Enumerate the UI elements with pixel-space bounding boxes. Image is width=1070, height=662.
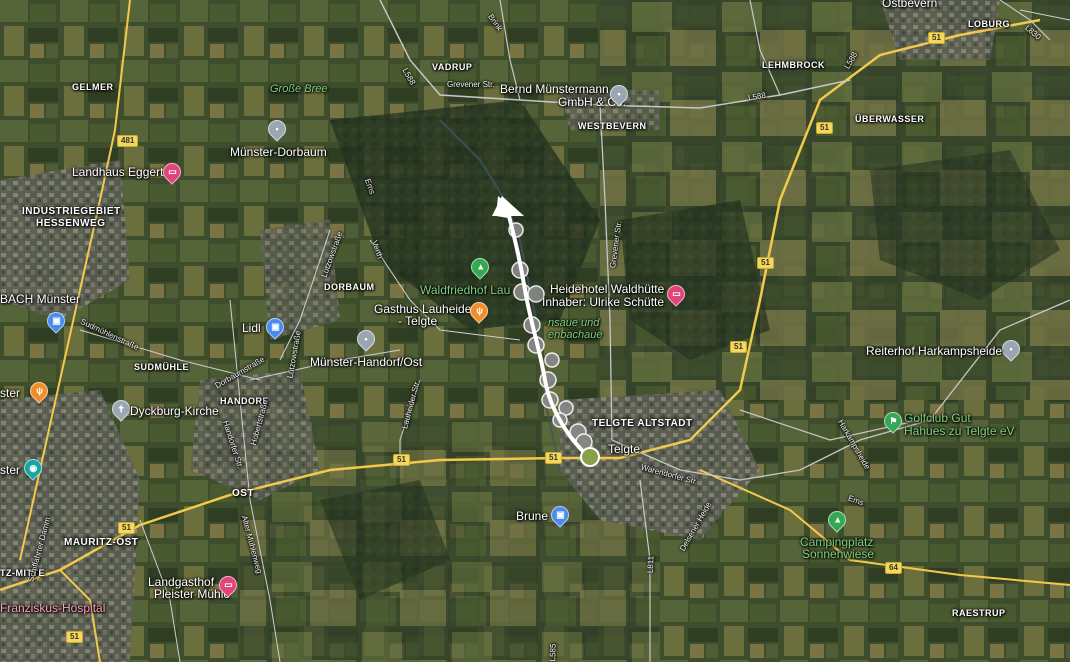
poi-landgasthof-line2[interactable]: Pleister Mühle xyxy=(154,587,230,601)
poi-golfclub-line2[interactable]: Hahues zu Telgte eV xyxy=(904,424,1015,438)
place-loburg: LOBURG xyxy=(968,19,1010,29)
road-shield-51: 51 xyxy=(816,122,833,134)
place-westbevern: WESTBEVERN xyxy=(578,121,647,131)
poi-ster-left[interactable]: ster xyxy=(0,386,20,400)
road-l811: L811 xyxy=(645,555,656,574)
poi-muenster-handorf[interactable]: Münster-Handorf/Ost xyxy=(310,355,422,369)
place-industriegebiet: INDUSTRIEGEBIET xyxy=(22,206,121,217)
road-shield-481: 481 xyxy=(117,135,139,147)
place-lehmbrock: LEHMBROCK xyxy=(762,60,825,70)
poi-emsaue-line2[interactable]: enbachaue xyxy=(548,329,602,341)
road-shield-51: 51 xyxy=(118,522,135,534)
place-hessenweg: HESSENWEG xyxy=(36,218,106,229)
road-shield-51: 51 xyxy=(928,32,945,44)
place-ostbevern: Ostbevern xyxy=(882,0,938,10)
road-shield-51: 51 xyxy=(730,341,747,353)
poi-muenster-dorbaum[interactable]: Münster-Dorbaum xyxy=(230,145,327,159)
poi-landhaus-eggert[interactable]: Landhaus Eggert xyxy=(72,165,163,179)
road-shield-51: 51 xyxy=(757,257,774,269)
road-grevener-str: Grevener Str. xyxy=(447,80,495,89)
poi-reiterhof[interactable]: Reiterhof Harkampsheide xyxy=(866,344,1002,358)
poi-heidehotel-line1[interactable]: Heidehotel Waldhütte xyxy=(550,282,664,296)
satellite-map[interactable]: Ostbevern LOBURG GELMER VADRUP LEHMBROCK… xyxy=(0,0,1070,662)
poi-emsaue-line1[interactable]: nsaue und xyxy=(548,317,599,329)
road-shield-51: 51 xyxy=(66,631,83,643)
place-raestrup: RAESTRUP xyxy=(952,608,1006,618)
poi-bach-muenster[interactable]: BACH Münster xyxy=(0,292,80,306)
poi-waldfriedhof[interactable]: Waldfriedhof Lau xyxy=(420,283,510,297)
place-dorbaum: DORBAUM xyxy=(324,282,375,292)
poi-ster-left2[interactable]: ster xyxy=(0,463,20,477)
road-shield-64: 64 xyxy=(885,562,902,574)
place-sudmuhle: SUDMÜHLE xyxy=(134,362,189,372)
poi-franziskus[interactable]: Franziskus-Hospital xyxy=(0,601,105,615)
poi-lidl[interactable]: Lidl xyxy=(242,321,261,335)
poi-brune[interactable]: Brune xyxy=(516,509,548,523)
place-vadrup: VADRUP xyxy=(432,62,473,72)
poi-camping-line2[interactable]: Sonnenwiese xyxy=(802,547,874,561)
poi-bernd-line1[interactable]: Bernd Münstermann xyxy=(500,82,609,96)
road-shield-51: 51 xyxy=(393,454,410,466)
poi-dyckburg[interactable]: Dyckburg-Kirche xyxy=(130,404,219,418)
route-start-marker xyxy=(580,447,600,467)
poi-golfclub-line1[interactable]: Golfclub Gut xyxy=(904,411,971,425)
place-telgte: Telgte xyxy=(608,442,641,456)
place-ueberwasser: ÜBERWASSER xyxy=(855,114,925,124)
poi-heidehotel-line2[interactable]: Inhaber: Ulrike Schütte xyxy=(542,295,664,309)
poi-gasthus-line2[interactable]: - Telgte xyxy=(398,314,437,328)
place-gelmer: GELMER xyxy=(72,82,114,92)
place-mauritz-ost: MAURITZ-OST xyxy=(64,537,139,548)
place-telgte-altstadt: TELGTE ALTSTADT xyxy=(592,418,693,429)
place-ost: OST xyxy=(232,488,255,499)
road-shield-51: 51 xyxy=(545,452,562,464)
satellite-imagery xyxy=(0,0,1070,662)
road-l585: L585 xyxy=(548,643,558,662)
poi-grosse-bree[interactable]: Große Bree xyxy=(270,83,327,95)
